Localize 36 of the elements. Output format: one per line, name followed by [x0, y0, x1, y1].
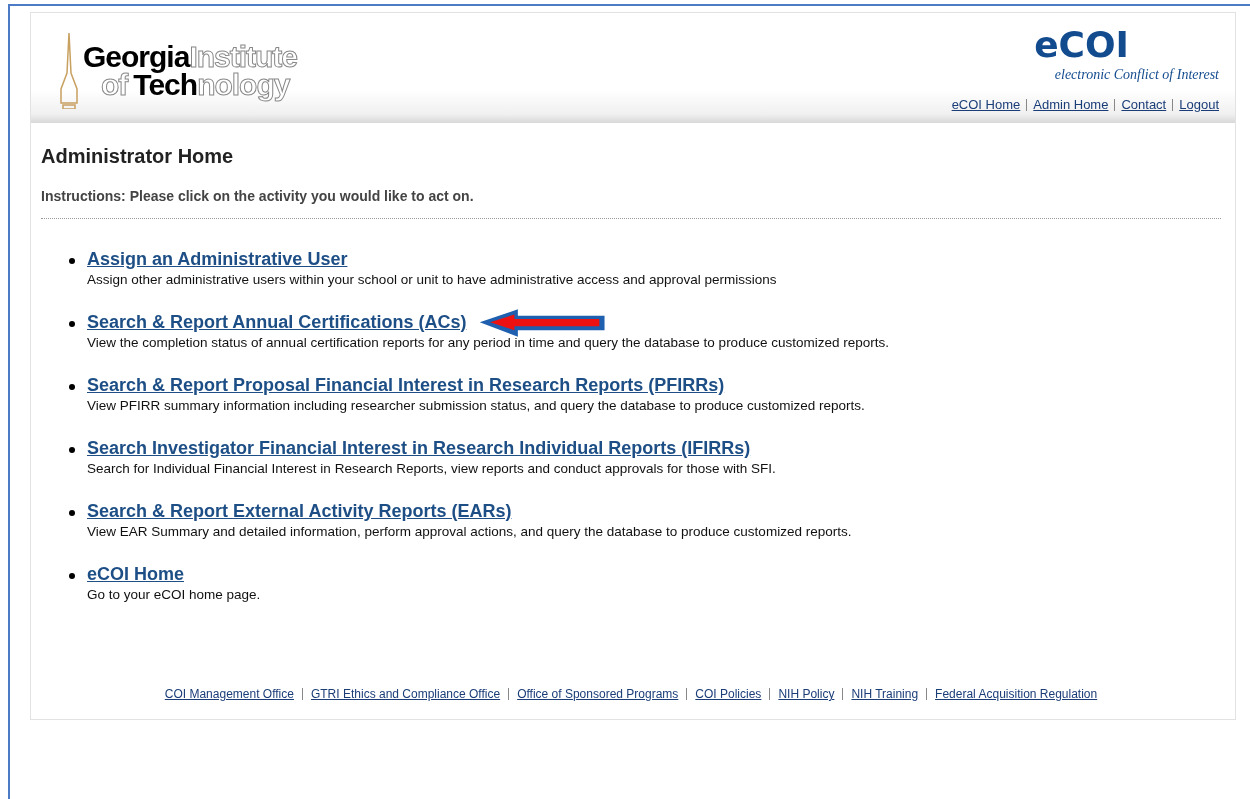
activity-description: Search for Individual Financial Interest in Research Reports, view reports and conduct approvals for those with SFI. [87, 461, 776, 476]
logo-word: of [101, 71, 128, 99]
activity-link[interactable]: Search & Report Annual Certifications (ACs) [87, 312, 467, 333]
activity-link[interactable]: Search & Report External Activity Reports (EARs) [87, 501, 512, 522]
activity-description: View the completion status of annual certification reports for any period in time and query the database to produce customized reports. [87, 335, 889, 350]
activity-link[interactable]: Search & Report Proposal Financial Interest in Research Reports (PFIRRs) [87, 375, 725, 396]
logo-word: Georgia [83, 43, 190, 71]
bullet-icon [69, 510, 75, 516]
activity-description: Assign other administrative users within your school or unit to have administrative access and approval permissions [87, 272, 777, 287]
activity-link[interactable]: Assign an Administrative User [87, 249, 348, 270]
brand-title: eCOI [1034, 25, 1129, 65]
bullet-icon [69, 447, 75, 453]
activity-link[interactable]: eCOI Home [87, 564, 185, 585]
nav-link[interactable]: Admin Home [1033, 97, 1109, 112]
activity-description: Go to your eCOI home page. [87, 587, 261, 602]
activity-description: View EAR Summary and detailed information, perform approval actions, and query the database to produce customized reports. [87, 524, 852, 539]
nav-link[interactable]: Logout [1179, 97, 1219, 112]
spire-icon [59, 33, 79, 109]
activity-link[interactable]: Search Investigator Financial Interest in Research Individual Reports (IFIRRs) [87, 438, 751, 459]
footer-link[interactable]: Office of Sponsored Programs [517, 687, 679, 701]
footer-link[interactable]: Federal Acquisition Regulation [935, 687, 1098, 701]
bullet-icon [69, 384, 75, 390]
footer-link[interactable]: COI Policies [695, 687, 762, 701]
brand-subtitle: electronic Conflict of Interest [1054, 67, 1219, 83]
bullet-icon [69, 258, 75, 264]
nav-link[interactable]: eCOI Home [951, 97, 1021, 112]
footer-link[interactable]: NIH Training [851, 687, 919, 701]
bullet-icon [69, 321, 75, 327]
footer-link[interactable]: COI Management Office [164, 687, 294, 701]
bullet-icon [69, 573, 75, 579]
activity-description: View PFIRR summary information including researcher submission status, and query the database to produce customized reports. [87, 398, 865, 413]
instructions-text: Instructions: Please click on the activity you would like to act on. [41, 188, 1221, 219]
page-title: Administrator Home [41, 145, 235, 168]
footer-link[interactable]: NIH Policy [778, 687, 835, 701]
nav-link[interactable]: Contact [1121, 97, 1167, 112]
footer-link[interactable]: GTRI Ethics and Compliance Office [310, 687, 501, 701]
